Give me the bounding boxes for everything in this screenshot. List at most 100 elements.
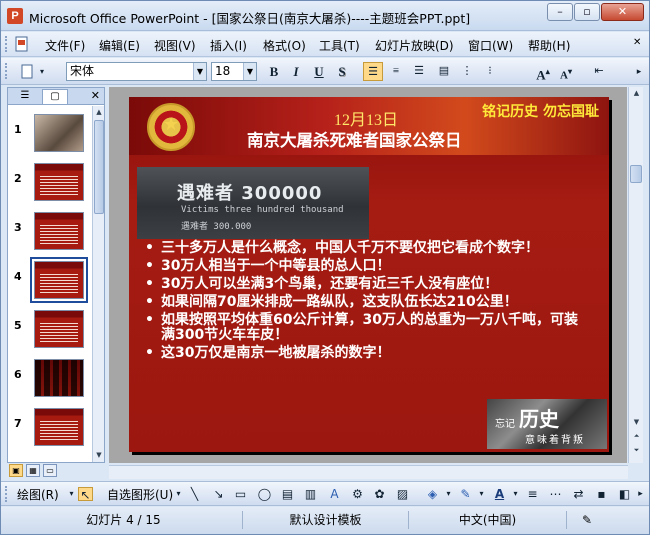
rectangle-tool-icon[interactable]: ▭ — [233, 487, 248, 501]
slide-thumbnail[interactable]: 7 — [8, 408, 90, 456]
slide-bullets[interactable]: 三十多万人是什么概念，中国人千万不要仅把它看成个数字！ 30万人相当于一个中等县… — [143, 241, 585, 364]
menu-slideshow[interactable]: 幻灯片放映(D) — [375, 37, 454, 54]
menu-window[interactable]: 窗口(W) — [468, 37, 513, 54]
chevron-down-icon[interactable]: ▾ — [171, 487, 186, 501]
menu-tools[interactable]: 工具(T) — [319, 37, 360, 54]
toolbar-grip[interactable] — [5, 486, 7, 502]
spelling-check-icon[interactable]: ✎ — [567, 511, 607, 529]
arrow-tool-icon[interactable]: ↘ — [211, 487, 226, 501]
current-slide[interactable]: 12月13日 铭记历史 勿忘国耻 南京大屠杀死难者国家公祭日 遇难者 30000… — [129, 97, 609, 452]
toolbar-grip[interactable] — [5, 36, 8, 52]
menu-help[interactable]: 帮助(H) — [528, 37, 570, 54]
slide-thumbnail-image[interactable] — [30, 257, 88, 303]
dash-style-icon[interactable]: ⋯ — [548, 487, 563, 501]
slide-motto[interactable]: 铭记历史 勿忘国耻 — [482, 101, 599, 121]
slide-sorter-view-icon[interactable]: ▦ — [26, 464, 40, 477]
slide-thumbnail-image[interactable] — [34, 310, 84, 348]
minimize-icon[interactable]: – — [547, 3, 573, 21]
oval-tool-icon[interactable]: ◯ — [257, 487, 272, 501]
line-color-icon[interactable]: ✎ — [458, 487, 473, 501]
outline-tab[interactable]: ☰ — [12, 89, 38, 104]
close-icon[interactable]: ✕ — [601, 3, 644, 21]
menu-format[interactable]: 格式(O) — [263, 37, 306, 54]
chevron-down-icon[interactable]: ▼ — [193, 63, 206, 80]
restore-icon[interactable]: ▫ — [574, 3, 600, 21]
slide-thumbnail[interactable]: 3 — [8, 212, 90, 260]
menu-insert[interactable]: 插入(I) — [210, 37, 247, 54]
victims-plaque-image[interactable]: 遇难者 300000 Victims three hundred thousan… — [137, 167, 369, 239]
numbering-button[interactable]: ⋮ — [457, 62, 477, 81]
distribute-button[interactable]: ▤ — [434, 62, 454, 81]
align-right-button[interactable]: ☰ — [409, 62, 429, 81]
chevron-down-icon[interactable]: ▾ — [508, 487, 523, 501]
chevron-down-icon[interactable]: ▾ — [64, 487, 79, 501]
language-indicator[interactable]: 中文(中国) — [409, 511, 567, 529]
menu-view[interactable]: 视图(V) — [154, 37, 196, 54]
fill-color-icon[interactable]: ◈ — [425, 487, 440, 501]
shadow-style-icon[interactable]: ▪ — [594, 487, 609, 501]
slideshow-view-icon[interactable]: ▭ — [43, 464, 57, 477]
pane-scrollbar[interactable]: ▲ ▼ — [92, 106, 104, 462]
chevron-down-icon[interactable]: ▼ — [243, 63, 256, 80]
slide-thumbnail-image[interactable] — [34, 212, 84, 250]
toolbar-grip[interactable] — [5, 63, 7, 79]
slide-thumbnail[interactable]: 6 — [8, 359, 90, 407]
scroll-down-icon[interactable]: ▼ — [94, 450, 104, 461]
font-size-combo[interactable]: 18 ▼ — [211, 62, 257, 81]
scroll-up-icon[interactable]: ▲ — [630, 88, 643, 99]
powerpoint-icon[interactable]: P — [7, 8, 23, 24]
menu-file[interactable]: 文件(F) — [45, 37, 85, 54]
slide-thumbnail[interactable]: 5 — [8, 310, 90, 358]
slide-thumbnail-image[interactable] — [34, 163, 84, 201]
next-slide-icon[interactable]: ⏷ — [630, 445, 643, 456]
history-image[interactable]: 忘记 历史 意味着背叛 — [487, 399, 607, 449]
italic-button[interactable]: I — [286, 62, 306, 81]
slides-tab[interactable]: ▢ — [42, 89, 68, 104]
slide-scrollbar[interactable]: ▲ ▼ ⏶ ⏷ — [628, 87, 643, 463]
slide-thumbnail[interactable]: 4 — [8, 257, 90, 309]
align-center-button[interactable]: ≡ — [386, 62, 406, 81]
font-name-combo[interactable]: 宋体 ▼ — [66, 62, 207, 81]
slide-thumbnail-image[interactable] — [34, 408, 84, 446]
wordart-icon[interactable]: A — [327, 487, 342, 501]
slide-thumbnail[interactable]: 2 — [8, 163, 90, 211]
close-icon[interactable]: ✕ — [91, 89, 100, 102]
slide-thumbnail-image[interactable] — [34, 359, 84, 397]
line-tool-icon[interactable]: ╲ — [187, 487, 202, 501]
arrow-style-icon[interactable]: ⇄ — [571, 487, 586, 501]
insert-picture-icon[interactable]: ▨ — [395, 487, 410, 501]
select-pointer-icon[interactable]: ↖ — [78, 487, 93, 502]
textbox-tool-icon[interactable]: ▤ — [280, 487, 295, 501]
decrease-indent-button[interactable]: ⇤ — [589, 62, 609, 81]
scrollbar-thumb[interactable] — [630, 165, 642, 183]
scroll-up-icon[interactable]: ▲ — [94, 107, 104, 118]
shrink-font-button[interactable]: A▾ — [556, 62, 576, 82]
normal-view-icon[interactable]: ▣ — [9, 464, 23, 477]
slide-canvas[interactable]: 12月13日 铭记历史 勿忘国耻 南京大屠杀死难者国家公祭日 遇难者 30000… — [109, 87, 627, 463]
menu-edit[interactable]: 编辑(E) — [99, 37, 140, 54]
chevron-down-icon[interactable]: ▾ — [474, 487, 489, 501]
scrollbar-thumb[interactable] — [94, 120, 104, 214]
slide-thumbnail-image[interactable] — [34, 114, 84, 152]
toolbar-options-icon[interactable]: ▸ — [633, 487, 648, 501]
scroll-down-icon[interactable]: ▼ — [630, 417, 643, 428]
previous-slide-icon[interactable]: ⏶ — [630, 431, 643, 442]
diagram-icon[interactable]: ⚙ — [350, 487, 365, 501]
autoshapes-button[interactable]: 自选图形(U) — [107, 486, 173, 503]
grow-font-button[interactable]: A▴ — [533, 62, 553, 82]
toolbar-options-icon[interactable]: ▸ — [629, 62, 649, 81]
design-template[interactable]: 默认设计模板 — [243, 511, 409, 529]
line-style-icon[interactable]: ≡ — [525, 487, 540, 501]
slide-thumbnail[interactable]: 1 — [8, 114, 90, 162]
draw-menu-button[interactable]: 绘图(R) — [17, 486, 59, 503]
underline-button[interactable]: U — [309, 62, 329, 81]
bold-button[interactable]: B — [264, 62, 284, 81]
shadow-button[interactable]: S — [332, 62, 352, 81]
menu-close-doc-icon[interactable]: ✕ — [633, 37, 641, 48]
3d-style-icon[interactable]: ◧ — [617, 487, 632, 501]
slide-title[interactable]: 南京大屠杀死难者国家公祭日 — [247, 127, 462, 151]
clipart-icon[interactable]: ✿ — [372, 487, 387, 501]
new-document-icon[interactable] — [17, 62, 37, 81]
document-icon[interactable] — [13, 35, 31, 53]
font-color-icon[interactable]: A — [492, 487, 507, 501]
